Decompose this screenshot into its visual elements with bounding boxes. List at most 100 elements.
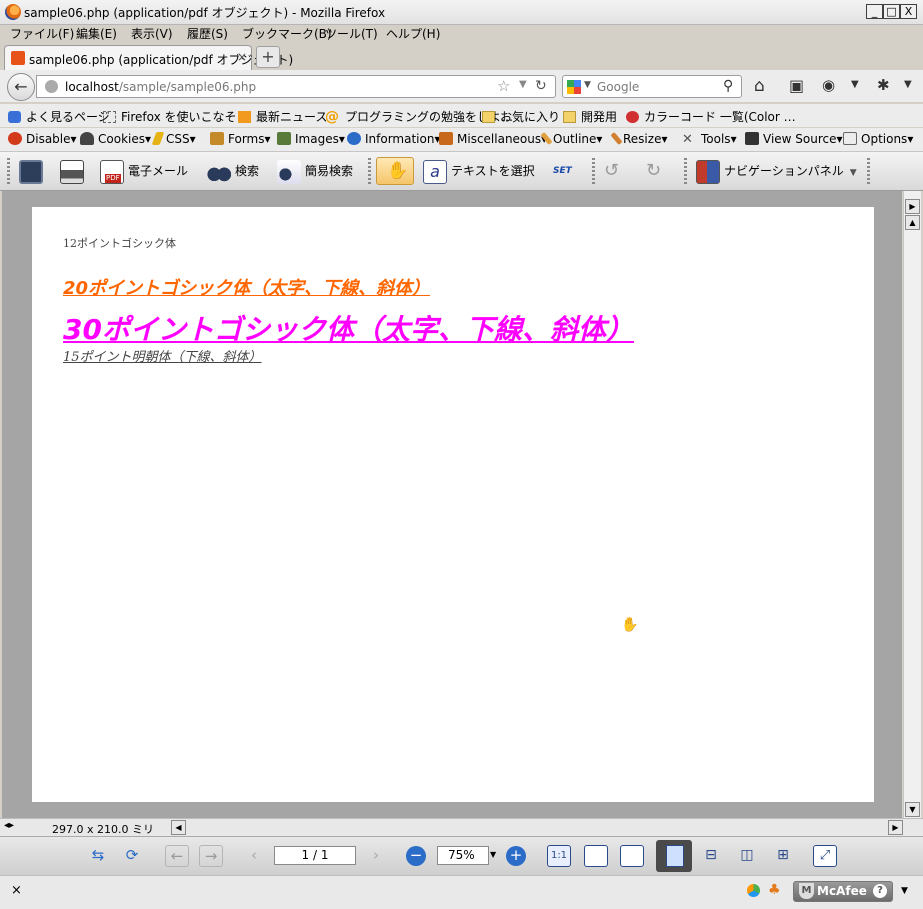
search-input[interactable]: Google	[597, 80, 639, 94]
webdev-outline[interactable]: Outline▾	[540, 131, 602, 146]
tab-sample06[interactable]: sample06.php (application/pdf オブジェクト) ×	[4, 45, 293, 70]
new-tab-button[interactable]: +	[256, 46, 280, 68]
scroll-right-icon[interactable]: ▶	[888, 820, 903, 835]
facing-page-icon[interactable]: ◫	[735, 845, 759, 867]
feedback-icon[interactable]: ♣	[768, 882, 781, 898]
email-button[interactable]: PDF 電子メール	[100, 158, 188, 184]
menu-bookmarks[interactable]: ブックマーク(B)	[242, 25, 332, 42]
single-page-view-button[interactable]	[656, 840, 692, 872]
addon-bar-close-icon[interactable]: ×	[11, 883, 22, 898]
bookmark-label: カラーコード 一覧(Color …	[644, 110, 796, 124]
hand-tool-button[interactable]: ✋	[376, 157, 414, 185]
menu-help[interactable]: ヘルプ(H)	[386, 25, 440, 42]
scroll-left-icon[interactable]: ◀	[171, 820, 186, 835]
url-bar[interactable]: localhost/sample/sample06.php ☆ ▼ ↻	[36, 75, 556, 98]
webdev-label: Forms	[228, 132, 265, 146]
webdev-css[interactable]: CSS▾	[151, 132, 196, 146]
webdev-view-source[interactable]: View Source▾	[745, 132, 843, 146]
engine-dropdown-icon[interactable]: ▼	[584, 80, 591, 90]
webdev-resize[interactable]: Resize▾	[610, 131, 667, 146]
select-text-label: テキストを選択	[451, 164, 535, 178]
fit-page-icon[interactable]	[584, 845, 608, 867]
bookmark-label: お気に入り	[500, 110, 561, 124]
bookmark-folder[interactable]: 開発用	[563, 108, 617, 125]
navigation-bar: localhost/sample/sample06.php ☆ ▼ ↻ ← ▼ …	[0, 70, 923, 102]
minimize-button[interactable]: _	[866, 4, 883, 19]
next-view-icon[interactable]: →	[199, 845, 223, 867]
page-number-field[interactable]: 1 / 1	[274, 846, 356, 865]
refresh-icon[interactable]: ⟳	[120, 845, 144, 867]
camera-icon[interactable]: ◉	[822, 76, 835, 94]
search-button[interactable]: 検索	[207, 158, 259, 184]
scroll-down-icon[interactable]: ▼	[905, 802, 920, 817]
save-button[interactable]	[19, 158, 47, 184]
next-page-icon[interactable]: ›	[364, 845, 388, 867]
menu-tools[interactable]: ツール(T)	[325, 25, 378, 42]
sync-icon[interactable]: ⇆	[86, 845, 110, 867]
navigation-panel-button[interactable]: ナビゲーションパネル ▼	[696, 158, 857, 184]
quick-search-button[interactable]: 簡易検索	[277, 158, 353, 184]
back-button[interactable]: ←	[7, 73, 35, 101]
actual-size-icon[interactable]: 1:1	[547, 845, 571, 867]
close-button[interactable]: X	[900, 4, 917, 19]
mcafee-dropdown-icon[interactable]: ▼	[901, 886, 908, 896]
bookmark-star-icon[interactable]: ☆	[497, 77, 510, 95]
menu-file[interactable]: ファイル(F)	[10, 25, 74, 42]
bookmark-item[interactable]: Firefox を使いこなそう	[103, 108, 249, 125]
previous-view-icon[interactable]: ←	[165, 845, 189, 867]
zoom-in-icon[interactable]: +	[506, 846, 526, 866]
resize-arrows-icon[interactable]: ◂▸	[4, 820, 14, 831]
webdev-miscellaneous[interactable]: Miscellaneous▾	[439, 132, 547, 146]
tab-strip: sample06.php (application/pdf オブジェクト) × …	[0, 42, 923, 70]
print-button[interactable]	[60, 158, 88, 184]
search-bar[interactable]: ▼ Google ⚲	[562, 75, 742, 98]
zoom-field[interactable]: 75%	[437, 846, 489, 865]
menu-edit[interactable]: 編集(E)	[76, 25, 117, 42]
maximize-button[interactable]: □	[883, 4, 900, 19]
select-text-button[interactable]: a テキストを選択	[423, 158, 535, 184]
webdev-options[interactable]: Options▾	[843, 132, 913, 146]
webdev-forms[interactable]: Forms▾	[210, 132, 271, 146]
webdev-disable[interactable]: Disable▾	[8, 132, 77, 146]
screenshot-icon[interactable]: ▣	[789, 76, 804, 95]
help-icon[interactable]: ?	[873, 884, 887, 898]
menu-view[interactable]: 表示(V)	[131, 25, 173, 42]
google-icon[interactable]	[567, 80, 581, 94]
quick-search-label: 簡易検索	[305, 164, 354, 178]
addon-icon[interactable]: ✱	[877, 76, 890, 94]
bookmark-item[interactable]: 最新ニュース	[238, 108, 327, 125]
search-icon[interactable]: ⚲	[723, 78, 733, 94]
zoom-out-icon[interactable]: −	[406, 846, 426, 866]
bookmark-folder[interactable]: お気に入り	[482, 108, 560, 125]
webdev-label: Information	[365, 132, 435, 146]
vertical-scrollbar[interactable]: ▶ ▲ ▼	[903, 191, 921, 818]
rotate-left-icon[interactable]: ↺	[604, 158, 619, 184]
reload-icon[interactable]: ↻	[535, 78, 547, 94]
menu-overflow-icon[interactable]: ▼	[904, 79, 912, 90]
mcafee-button[interactable]: M McAfee ?	[793, 881, 893, 902]
continuous-page-icon[interactable]: ⊟	[699, 845, 723, 867]
history-dropdown-icon[interactable]: ▼	[519, 79, 527, 90]
previous-page-icon[interactable]: ‹	[242, 845, 266, 867]
webdev-cookies[interactable]: Cookies▾	[80, 132, 151, 146]
rotate-right-icon[interactable]: ↻	[646, 158, 661, 184]
zoom-dropdown-icon[interactable]: ▼	[490, 850, 496, 859]
fullscreen-icon[interactable]: ⤢	[813, 845, 837, 867]
webdev-images[interactable]: Images▾	[277, 132, 345, 146]
webdev-tools[interactable]: ✕ Tools▾	[682, 132, 737, 147]
bookmark-item[interactable]: よく見るページ	[8, 108, 110, 125]
home-icon[interactable]: ⌂	[754, 76, 765, 96]
bookmark-item[interactable]: カラーコード 一覧(Color …	[626, 108, 796, 125]
scroll-right-icon[interactable]: ▶	[905, 199, 920, 214]
dropdown-icon[interactable]: ▼	[851, 79, 859, 90]
tab-close-icon[interactable]: ×	[237, 50, 247, 64]
scroll-up-icon[interactable]: ▲	[905, 215, 920, 230]
safety-status-icon[interactable]	[747, 884, 760, 897]
menu-history[interactable]: 履歴(S)	[187, 25, 228, 42]
pdf-mail-icon: PDF	[100, 159, 124, 184]
set-button[interactable]: SET	[553, 158, 572, 184]
page-icon	[103, 111, 116, 123]
webdev-information[interactable]: Information▾	[347, 132, 441, 146]
continuous-facing-icon[interactable]: ⊞	[771, 845, 795, 867]
fit-width-icon[interactable]	[620, 845, 644, 867]
